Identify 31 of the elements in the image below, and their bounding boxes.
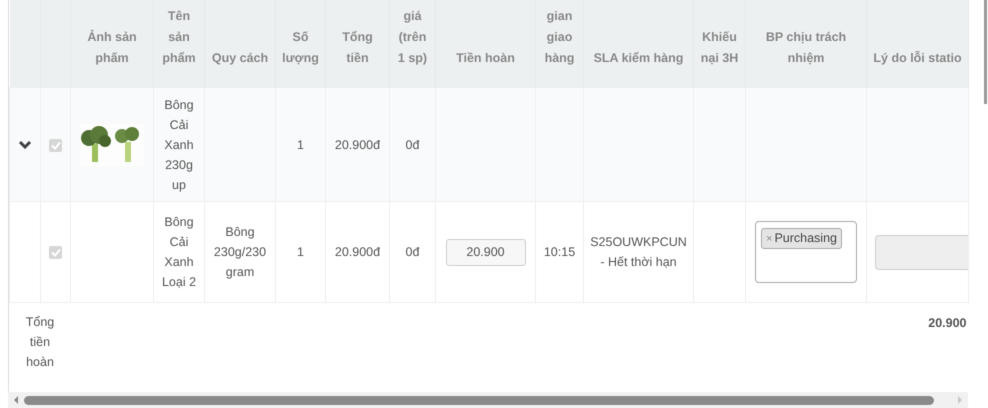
quantity-cell: 1 bbox=[276, 202, 326, 302]
column-header: Số lượng bbox=[276, 0, 326, 88]
column-header: Tổng tiền bbox=[326, 0, 390, 88]
column-header: gian giao hàng bbox=[536, 0, 584, 88]
column-header: BP chịu trách nhiệm bbox=[746, 0, 866, 88]
vertical-scrollbar[interactable] bbox=[984, 0, 987, 104]
column-header: giá (trên 1 sp) bbox=[390, 0, 436, 88]
column-header: Tên sản phẩm bbox=[154, 0, 204, 88]
delivery-time: 10:15 bbox=[544, 245, 576, 259]
footer-label: Tổng tiền hoàn bbox=[10, 302, 70, 381]
column-header: Khiếu nại 3H bbox=[694, 0, 746, 88]
total-cell: 20.900đ bbox=[326, 88, 390, 202]
unit-value-cell: 0đ bbox=[390, 88, 436, 202]
total-cell: 20.900đ bbox=[326, 202, 390, 302]
scroll-right-icon[interactable] bbox=[958, 396, 962, 404]
department-tag: × Purchasing bbox=[761, 228, 842, 249]
footer-amount: 20.900 bbox=[866, 302, 968, 381]
column-header: SLA kiểm hàng bbox=[584, 0, 694, 88]
scroll-left-icon[interactable] bbox=[14, 396, 18, 404]
column-header: Quy cách bbox=[204, 0, 276, 88]
column-header: Ảnh sản phấm bbox=[70, 0, 154, 88]
column-header: Lý do lỗi statio bbox=[866, 0, 968, 88]
product-name: Bông Cải Xanh 230g up bbox=[154, 88, 204, 202]
product-name: Bông Cải Xanh Loại 2 bbox=[154, 202, 204, 302]
column-header: Tiền hoàn bbox=[436, 0, 536, 88]
horizontal-scrollbar[interactable] bbox=[8, 392, 968, 408]
sla-text: S25OUWKPCUN - Hết thời hạn bbox=[590, 235, 687, 269]
scrollbar-thumb[interactable] bbox=[24, 396, 934, 404]
product-spec: Bông 230g/230 gram bbox=[214, 225, 266, 279]
quantity-cell: 1 bbox=[276, 88, 326, 202]
unit-value-cell: 0đ bbox=[390, 202, 436, 302]
